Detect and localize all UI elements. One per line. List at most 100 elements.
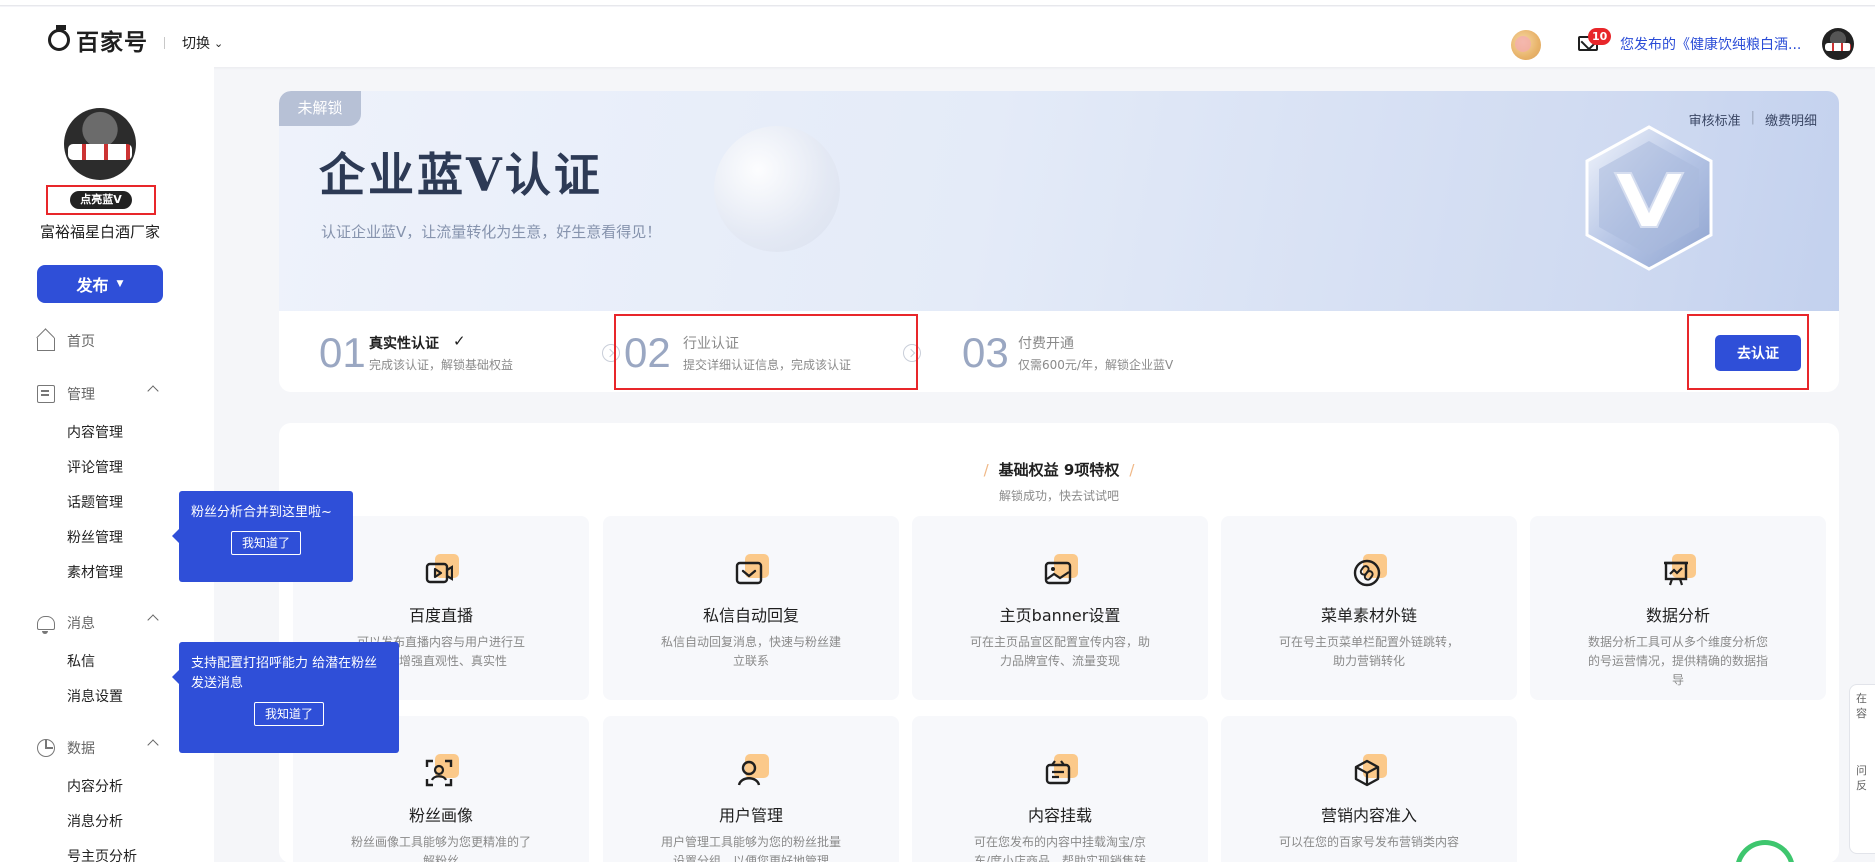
benefit-title: 内容挂载: [1027, 806, 1092, 825]
mail-count-badge: 10: [1588, 28, 1612, 45]
benefit-title: 百度直播: [408, 606, 473, 625]
sidebar-item-content-manage[interactable]: 内容管理: [67, 422, 123, 442]
sidebar-item-homepage-analysis[interactable]: 号主页分析: [67, 846, 137, 862]
pie-chart-icon: [37, 739, 55, 757]
float-text: 问: [1856, 764, 1867, 777]
benefit-desc: 可在主页品宣区配置宣传内容，助力品牌宣传、流量变现: [970, 635, 1151, 668]
hero-subtitle: 认证企业蓝V，让流量转化为生意，好生意看得见！: [321, 223, 662, 241]
sidebar-item-message-settings[interactable]: 消息设置: [67, 686, 123, 706]
blue-v-hexagon-icon: [1585, 125, 1713, 271]
publish-label: 发布: [76, 276, 109, 295]
step-title: 真实性认证: [369, 336, 439, 352]
sidebar-item-material-manage[interactable]: 素材管理: [67, 562, 123, 582]
step-number: 01: [319, 329, 366, 376]
benefits-title-text: 基础权益 9项特权: [998, 461, 1120, 479]
tooltip-text: 粉丝分析合并到这里啦~: [191, 505, 332, 520]
decorative-slash-icon: /: [1129, 461, 1135, 479]
chevron-up-icon: [147, 739, 159, 751]
sidebar-item-comment-manage[interactable]: 评论管理: [67, 457, 123, 477]
sidebar-item-private-message[interactable]: 私信: [67, 651, 95, 671]
top-strip: [0, 0, 1875, 6]
sidebar-group-manage[interactable]: 管理: [37, 384, 159, 404]
benefit-card-banner[interactable]: 主页banner设置 可在主页品宣区配置宣传内容，助力品牌宣传、流量变现: [912, 516, 1208, 700]
notification-link[interactable]: 您发布的《健康饮纯粮白酒...: [1620, 34, 1801, 54]
benefit-card-data-analysis[interactable]: 数据分析 数据分析工具可从多个维度分析您的号运营情况，提供精确的数据指导: [1530, 516, 1826, 700]
benefits-title: / 基础权益 9项特权 /: [279, 459, 1839, 480]
step-desc: 仅需600元/年，解锁企业蓝V: [1018, 358, 1174, 372]
link-icon: [1351, 554, 1387, 590]
sidebar-item-fans-manage[interactable]: 粉丝管理: [67, 527, 123, 547]
switch-label: 切换: [182, 36, 210, 52]
blue-v-highlight-box: 点亮蓝V: [46, 185, 156, 215]
blue-v-badge[interactable]: 点亮蓝V: [70, 191, 132, 209]
benefits-subtitle: 解锁成功，快去试试吧: [998, 489, 1119, 503]
switch-account-button[interactable]: 切换 ⌄: [182, 33, 223, 53]
benefit-desc: 可在您发布的内容中挂载淘宝/京东/度小店商品，帮助实现销售转化: [973, 835, 1147, 862]
got-it-button[interactable]: 我知道了: [254, 702, 324, 726]
home-icon: [37, 337, 55, 351]
benefit-desc: 粉丝画像工具能够为您更精准的了解粉丝: [351, 835, 532, 862]
live-video-icon: [423, 554, 459, 590]
benefit-desc: 可在号主页菜单栏配置外链跳转，助力营销转化: [1279, 635, 1460, 668]
benefit-card-marketing-access[interactable]: 营销内容准入 可以在您的百家号发布营销类内容: [1221, 716, 1517, 862]
checkmark-icon: ✓: [453, 332, 466, 350]
decorative-orb: [714, 126, 840, 252]
benefit-title: 粉丝画像: [408, 806, 473, 825]
float-text: 在: [1856, 692, 1867, 705]
document-icon: [37, 385, 55, 403]
benefit-card-auto-reply[interactable]: 私信自动回复 私信自动回复消息，快速与粉丝建立联系: [603, 516, 899, 700]
message-reply-icon: [733, 554, 769, 590]
benefits-panel: / 基础权益 9项特权 / 解锁成功，快去试试吧 百度直播 可以发布直播内容与用户进…: [279, 423, 1839, 862]
baijiahao-logo[interactable]: 百家号: [48, 23, 148, 57]
industry-step-highlight-box: [614, 314, 918, 390]
banner-image-icon: [1042, 554, 1078, 590]
profile-avatar[interactable]: [64, 108, 136, 180]
benefit-title: 主页banner设置: [999, 606, 1121, 625]
sidebar-item-home[interactable]: 首页: [37, 331, 95, 351]
step-number: 03: [962, 329, 1009, 376]
benefit-desc: 可以在您的百家号发布营销类内容: [1279, 835, 1460, 849]
got-it-button[interactable]: 我知道了: [231, 531, 301, 555]
benefit-card-user-manage[interactable]: 用户管理 用户管理工具能够为您的粉丝批量设置分组，以便您更好地管理: [603, 716, 899, 862]
payment-detail-link[interactable]: 缴费明细: [1765, 110, 1817, 129]
sidebar-group-message[interactable]: 消息: [37, 613, 159, 634]
user-manage-icon: [733, 754, 769, 790]
header-divider: [164, 37, 165, 49]
sidebar-item-topic-manage[interactable]: 话题管理: [67, 492, 123, 512]
profile-name: 富裕福星白酒厂家: [39, 223, 160, 241]
step-desc: 完成该认证，解锁基础权益: [369, 358, 514, 372]
caret-down-icon: ▼: [116, 279, 124, 289]
sidebar-item-message-analysis[interactable]: 消息分析: [67, 811, 123, 831]
logo-text: 百家号: [76, 30, 148, 56]
benefit-title: 用户管理: [718, 806, 783, 825]
certification-steps: 01 真实性认证 ✓ 完成该认证，解锁基础权益 02 行业认证 提交详细认证信息…: [279, 311, 1839, 392]
benefit-title: 私信自动回复: [702, 606, 799, 625]
hero-title: 企业蓝V认证: [319, 148, 603, 202]
publish-button[interactable]: 发布 ▼: [37, 265, 163, 303]
header-avatar[interactable]: [1822, 28, 1854, 60]
sidebar-group-label: 数据: [67, 741, 95, 757]
cube-box-icon: [1351, 754, 1387, 790]
float-spacer: [1856, 721, 1875, 763]
go-certify-button[interactable]: 去认证: [1715, 335, 1801, 371]
sidebar-item-content-analysis[interactable]: 内容分析: [67, 776, 123, 796]
benefit-card-menu-link[interactable]: 菜单素材外链 可在号主页菜单栏配置外链跳转，助力营销转化: [1221, 516, 1517, 700]
fan-portrait-icon: [423, 754, 459, 790]
float-text: 反: [1856, 779, 1867, 792]
chevron-up-icon: [147, 614, 159, 626]
chart-board-icon: [1660, 554, 1696, 590]
decorative-slash-icon: /: [983, 461, 989, 479]
sidebar-group-label: 消息: [67, 616, 95, 632]
step-title: 付费开通: [1018, 336, 1074, 352]
float-text: 容: [1856, 707, 1867, 720]
sidebar-group-label: 管理: [67, 387, 95, 403]
logo-icon: [48, 25, 70, 51]
benefit-title: 营销内容准入: [1320, 806, 1417, 825]
right-floating-help[interactable]: 在 容 问 反: [1849, 684, 1875, 854]
sidebar-group-data[interactable]: 数据: [37, 738, 159, 758]
benefit-desc: 数据分析工具可从多个维度分析您的号运营情况，提供精确的数据指导: [1588, 635, 1769, 687]
tooltip-text: 支持配置打招呼能力 给潜在粉丝发送消息: [191, 656, 378, 691]
benefit-card-content-mount[interactable]: 内容挂载 可在您发布的内容中挂载淘宝/京东/度小店商品，帮助实现销售转化: [912, 716, 1208, 862]
activity-badge-icon[interactable]: [1511, 30, 1541, 60]
greeting-tooltip: 支持配置打招呼能力 给潜在粉丝发送消息 我知道了: [172, 642, 399, 753]
